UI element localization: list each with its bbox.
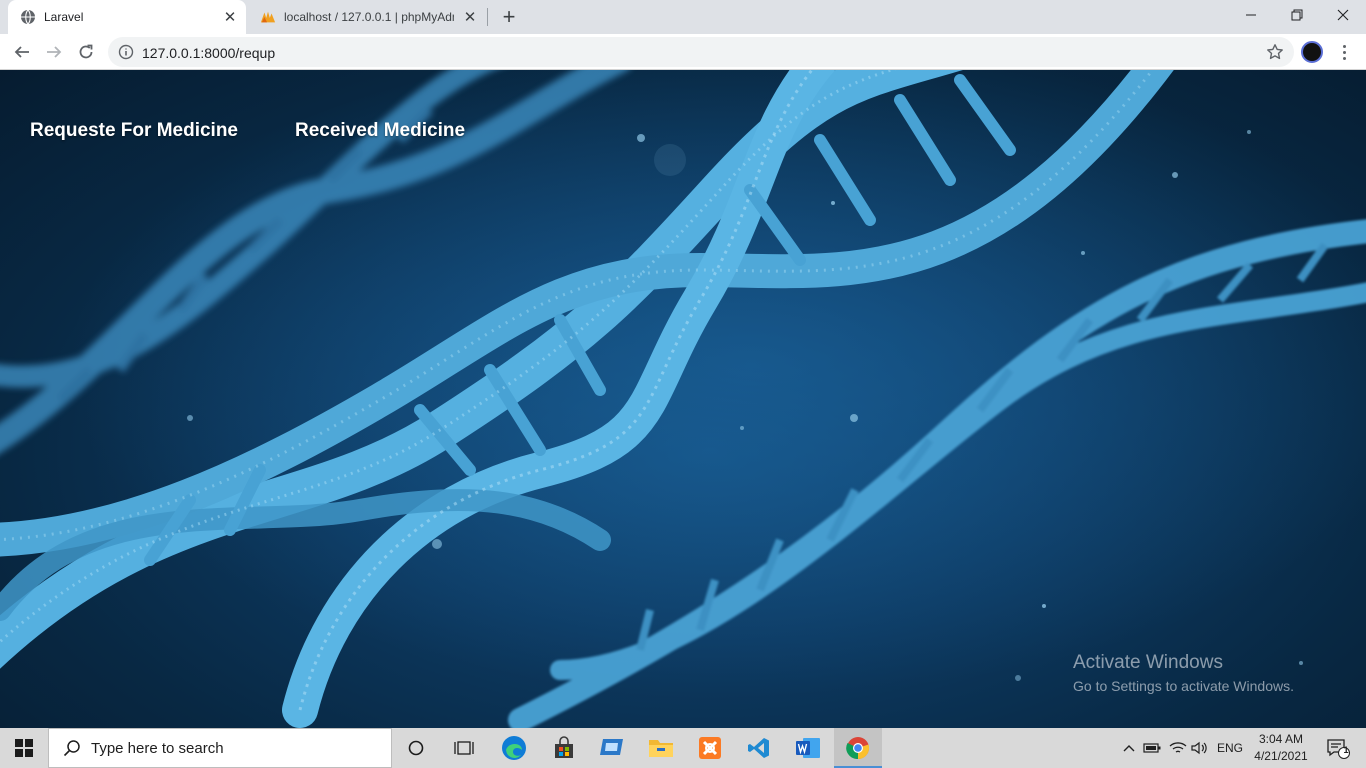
notification-count-badge: 1 [1343, 745, 1349, 755]
forward-button[interactable] [40, 38, 68, 66]
xampp-app-button[interactable] [686, 728, 734, 768]
info-icon[interactable] [118, 44, 134, 60]
speaker-icon [1191, 741, 1207, 755]
file-explorer-app-button[interactable] [637, 728, 685, 768]
volume-button[interactable] [1190, 728, 1210, 768]
received-medicine-link[interactable]: Received Medicine [295, 120, 465, 142]
cortana-button[interactable] [392, 728, 440, 768]
tab-separator [487, 8, 488, 26]
vscode-app-button[interactable] [735, 728, 783, 768]
page-content: Requeste For Medicine Received Medicine … [0, 70, 1366, 728]
tab-phpmyadmin[interactable]: localhost / 127.0.0.1 | phpMyAdmin ✕ [250, 0, 486, 34]
show-hidden-icons-button[interactable] [1120, 728, 1138, 768]
back-button[interactable] [8, 38, 36, 66]
store-icon [555, 736, 573, 758]
battery-icon [1143, 743, 1161, 753]
task-view-icon [454, 741, 474, 755]
phpmyadmin-icon [260, 9, 276, 25]
watermark-subtitle: Go to Settings to activate Windows. [1073, 678, 1294, 694]
reload-button[interactable] [72, 38, 100, 66]
arrow-left-icon [14, 46, 29, 58]
cortana-circle-icon [408, 740, 424, 756]
dna-background-image [0, 70, 1366, 728]
new-tab-button[interactable]: + [498, 6, 520, 28]
battery-button[interactable] [1142, 728, 1162, 768]
action-center-button[interactable]: 1 [1318, 728, 1358, 768]
edge-app-button[interactable] [490, 728, 538, 768]
wifi-icon [1169, 742, 1187, 753]
globe-icon [20, 9, 36, 25]
browser-toolbar: 127.0.0.1:8000/requp [0, 34, 1366, 70]
word-icon [796, 738, 820, 758]
word-app-button[interactable] [784, 728, 832, 768]
xampp-icon [699, 737, 721, 759]
network-button[interactable] [1167, 728, 1189, 768]
bookmark-star-icon[interactable] [1266, 43, 1284, 61]
url-text[interactable]: 127.0.0.1:8000/requp [142, 45, 275, 61]
edge-icon [502, 736, 526, 760]
clock-time: 3:04 AM [1258, 732, 1304, 746]
tab-laravel[interactable]: Laravel ✕ [8, 0, 246, 34]
close-tab-icon[interactable]: ✕ [222, 9, 238, 26]
profile-avatar[interactable] [1301, 41, 1323, 63]
close-tab-icon[interactable]: ✕ [462, 9, 478, 26]
minimize-button[interactable] [1228, 0, 1274, 30]
taskbar-search-box[interactable]: Type here to search [48, 728, 392, 768]
browser-tab-strip: Laravel ✕ localhost / 127.0.0.1 | phpMyA… [0, 0, 1366, 34]
arrow-right-icon [47, 46, 62, 58]
remote-desktop-app-button[interactable] [588, 728, 636, 768]
restore-button[interactable] [1274, 0, 1320, 30]
address-bar[interactable]: 127.0.0.1:8000/requp [108, 37, 1294, 67]
browser-menu-button[interactable] [1334, 42, 1354, 62]
clock-date: 4/21/2021 [1254, 749, 1308, 763]
tab-title: Laravel [44, 10, 84, 24]
store-app-button[interactable] [540, 728, 588, 768]
tab-title: localhost / 127.0.0.1 | phpMyAdmin [284, 10, 454, 24]
reload-icon [79, 44, 93, 59]
request-medicine-link[interactable]: Requeste For Medicine [30, 120, 238, 142]
input-language-button[interactable]: ENG [1214, 728, 1246, 768]
close-window-button[interactable] [1320, 0, 1366, 30]
folder-icon [649, 740, 673, 757]
windows-taskbar: Type here to search ENG 3:04 AM 4/21/202… [0, 728, 1366, 768]
chrome-icon [846, 737, 870, 760]
watermark-title: Activate Windows [1073, 652, 1223, 673]
task-view-button[interactable] [440, 728, 488, 768]
start-button[interactable] [0, 728, 48, 768]
search-icon [63, 740, 80, 757]
search-placeholder: Type here to search [91, 739, 224, 757]
windows-logo-icon [15, 739, 33, 757]
chrome-app-button[interactable] [834, 728, 882, 768]
activate-windows-watermark: Activate Windows Go to Settings to activ… [1073, 652, 1294, 694]
chevron-up-icon [1123, 745, 1135, 752]
clock-button[interactable]: 3:04 AM 4/21/2021 [1246, 731, 1316, 765]
remote-desktop-icon [600, 739, 623, 755]
vscode-icon [748, 738, 769, 758]
